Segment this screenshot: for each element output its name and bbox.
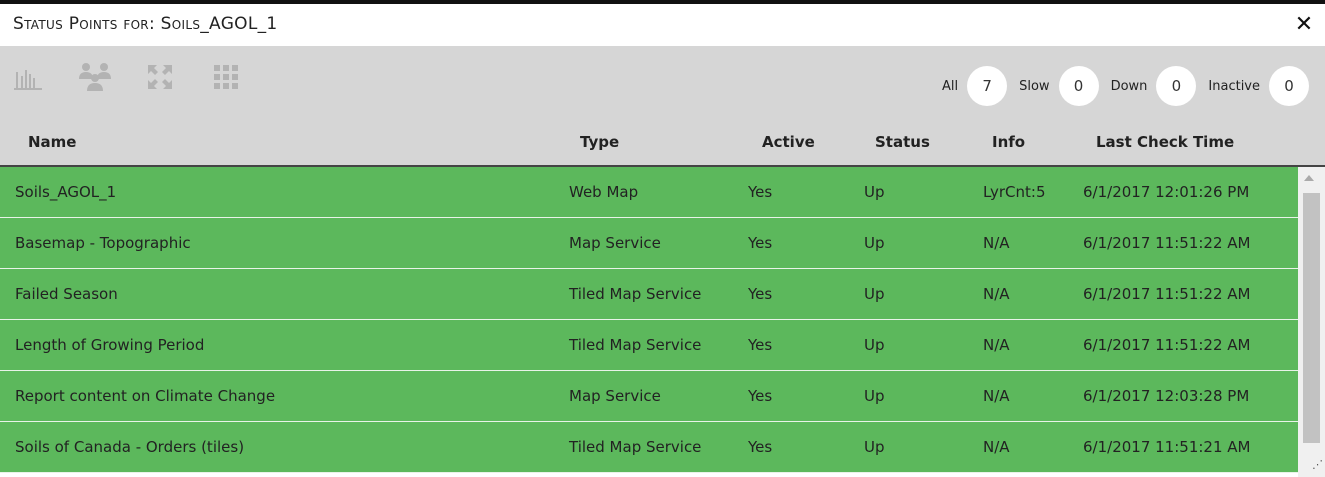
cell-active: Yes <box>748 183 773 201</box>
cell-type: Tiled Map Service <box>569 336 702 354</box>
table-row[interactable]: Soils of Canada - Orders (tiles) Tiled M… <box>0 422 1298 473</box>
dialog-titlebar: Status Points for: Soils_AGOL_1 ✕ <box>0 4 1325 46</box>
all-label: All <box>941 78 959 94</box>
cell-name: Soils_AGOL_1 <box>15 183 117 201</box>
close-button[interactable]: ✕ <box>1293 14 1315 36</box>
cell-last-check: 6/1/2017 11:51:22 AM <box>1083 234 1251 252</box>
vertical-scrollbar[interactable]: ⋰ <box>1298 167 1325 477</box>
column-header-status[interactable]: Status <box>875 133 930 151</box>
inactive-label: Inactive <box>1208 78 1260 94</box>
column-header-active[interactable]: Active <box>762 133 815 151</box>
cell-type: Map Service <box>569 387 661 405</box>
cell-last-check: 6/1/2017 12:03:28 PM <box>1083 387 1250 405</box>
down-label: Down <box>1110 78 1148 94</box>
column-header-info[interactable]: Info <box>992 133 1025 151</box>
cell-type: Tiled Map Service <box>569 438 702 456</box>
column-header-name[interactable]: Name <box>28 133 76 151</box>
cell-last-check: 6/1/2017 11:51:22 AM <box>1083 336 1251 354</box>
scroll-up-arrow-icon[interactable] <box>1304 175 1314 181</box>
cell-status: Up <box>864 234 885 252</box>
cell-name: Report content on Climate Change <box>15 387 276 405</box>
column-header-type[interactable]: Type <box>580 133 619 151</box>
grid-button[interactable] <box>209 60 243 94</box>
cell-info: N/A <box>983 387 1010 405</box>
dialog-title: Status Points for: Soils_AGOL_1 <box>13 14 278 34</box>
table-row[interactable]: Length of Growing Period Tiled Map Servi… <box>0 320 1298 371</box>
table-row[interactable]: Report content on Climate Change Map Ser… <box>0 371 1298 422</box>
slow-label: Slow <box>1019 78 1050 94</box>
cell-type: Map Service <box>569 234 661 252</box>
cell-active: Yes <box>748 438 773 456</box>
expand-button[interactable] <box>143 60 177 94</box>
table-row[interactable]: Failed Season Tiled Map Service Yes Up N… <box>0 269 1298 320</box>
cell-info: N/A <box>983 336 1010 354</box>
cell-info: N/A <box>983 234 1010 252</box>
cell-active: Yes <box>748 234 773 252</box>
expand-icon <box>146 63 174 91</box>
chart-icon <box>14 64 44 90</box>
scrollbar-thumb[interactable] <box>1303 193 1320 443</box>
cell-name: Failed Season <box>15 285 118 303</box>
cell-type: Web Map <box>569 183 639 201</box>
all-count[interactable]: 7 <box>967 66 1008 106</box>
down-count[interactable]: 0 <box>1156 66 1197 106</box>
chart-button[interactable] <box>12 60 46 94</box>
cell-info: N/A <box>983 285 1010 303</box>
slow-count[interactable]: 0 <box>1058 66 1099 106</box>
cell-name: Length of Growing Period <box>15 336 205 354</box>
cell-name: Soils of Canada - Orders (tiles) <box>15 438 245 456</box>
cell-type: Tiled Map Service <box>569 285 702 303</box>
status-counters: All 7 Slow 0 Down 0 Inactive 0 <box>930 64 1309 108</box>
cell-info: LyrCnt:5 <box>983 183 1046 201</box>
cell-last-check: 6/1/2017 12:01:26 PM <box>1083 183 1250 201</box>
cell-status: Up <box>864 438 885 456</box>
resize-grip-icon[interactable]: ⋰ <box>1312 458 1323 471</box>
cell-active: Yes <box>748 387 773 405</box>
inactive-count[interactable]: 0 <box>1269 66 1309 106</box>
cell-status: Up <box>864 183 885 201</box>
column-header-last-check-time[interactable]: Last Check Time <box>1096 133 1234 151</box>
table-row[interactable]: Soils_AGOL_1 Web Map Yes Up LyrCnt:5 6/1… <box>0 167 1298 218</box>
group-button[interactable] <box>78 60 112 94</box>
cell-status: Up <box>864 285 885 303</box>
cell-active: Yes <box>748 336 773 354</box>
cell-name: Basemap - Topographic <box>15 234 191 252</box>
cell-status: Up <box>864 336 885 354</box>
cell-last-check: 6/1/2017 11:51:22 AM <box>1083 285 1251 303</box>
cell-info: N/A <box>983 438 1010 456</box>
table-row[interactable]: Basemap - Topographic Map Service Yes Up… <box>0 218 1298 269</box>
cell-status: Up <box>864 387 885 405</box>
cell-active: Yes <box>748 285 773 303</box>
cell-last-check: 6/1/2017 11:51:21 AM <box>1083 438 1251 456</box>
grid-icon <box>213 64 239 90</box>
table-header: Name Type Active Status Info Last Check … <box>0 118 1325 167</box>
group-icon <box>77 61 113 93</box>
toolbar: All 7 Slow 0 Down 0 Inactive 0 <box>0 46 1325 118</box>
table-body: Soils_AGOL_1 Web Map Yes Up LyrCnt:5 6/1… <box>0 167 1298 477</box>
